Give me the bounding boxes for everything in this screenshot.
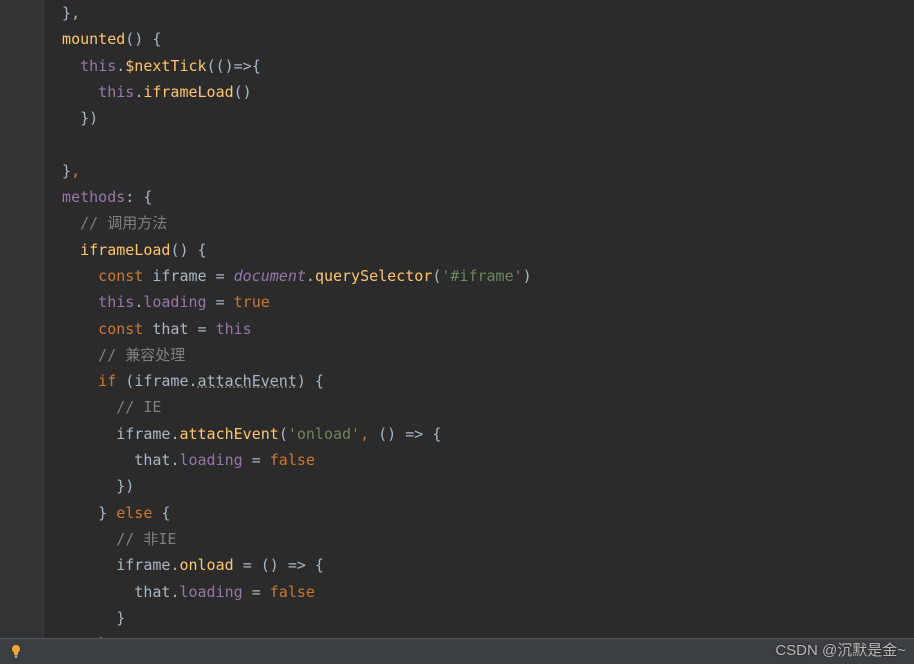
code-line: mounted() { bbox=[44, 26, 914, 52]
code-editor[interactable]: }, mounted() { this.$nextTick(()=>{ this… bbox=[0, 0, 914, 664]
code-line: // IE bbox=[44, 394, 914, 420]
code-line: // 非IE bbox=[44, 526, 914, 552]
code-line: iframeLoad() { bbox=[44, 237, 914, 263]
code-line: const that = this bbox=[44, 316, 914, 342]
code-line: this.loading = true bbox=[44, 289, 914, 315]
code-line: that.loading = false bbox=[44, 579, 914, 605]
code-line: // 兼容处理 bbox=[44, 342, 914, 368]
code-content[interactable]: }, mounted() { this.$nextTick(()=>{ this… bbox=[44, 0, 914, 664]
lightbulb-icon[interactable] bbox=[8, 644, 24, 660]
code-line: } else { bbox=[44, 500, 914, 526]
code-line bbox=[44, 131, 914, 157]
line-gutter bbox=[0, 0, 44, 664]
code-line: methods: { bbox=[44, 184, 914, 210]
code-line: iframe.attachEvent('onload', () => { bbox=[44, 421, 914, 447]
code-line: }) bbox=[44, 105, 914, 131]
code-line: }, bbox=[44, 0, 914, 26]
code-line: that.loading = false bbox=[44, 447, 914, 473]
code-line: }, bbox=[44, 158, 914, 184]
code-line: const iframe = document.querySelector('#… bbox=[44, 263, 914, 289]
code-line: }) bbox=[44, 473, 914, 499]
code-line: this.iframeLoad() bbox=[44, 79, 914, 105]
code-line: } bbox=[44, 605, 914, 631]
code-line: this.$nextTick(()=>{ bbox=[44, 53, 914, 79]
code-line: // 调用方法 bbox=[44, 210, 914, 236]
code-line: if (iframe.attachEvent) { bbox=[44, 368, 914, 394]
code-line: iframe.onload = () => { bbox=[44, 552, 914, 578]
watermark-text: CSDN @沉默是金~ bbox=[775, 639, 906, 660]
